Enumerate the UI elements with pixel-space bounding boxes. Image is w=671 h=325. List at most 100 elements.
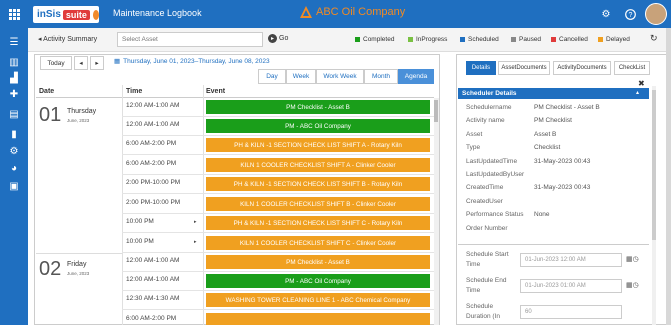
agenda-time: 10:00 PM — [126, 218, 154, 225]
expand-arrow-icon[interactable]: ▸ — [194, 219, 197, 225]
details-scroll-thumb[interactable] — [652, 90, 656, 240]
next-button[interactable]: ▸ — [90, 56, 104, 70]
agenda-time: 12:00 AM-1:00 AM — [126, 276, 180, 283]
go-arrow-icon: ▸ — [268, 34, 277, 43]
field-value: None — [534, 211, 550, 219]
view-agenda[interactable]: Agenda — [398, 69, 434, 84]
tab-details[interactable]: Details — [466, 61, 496, 75]
field-value: PM Checklist - Asset B — [534, 104, 600, 111]
col-header-event: Event — [206, 88, 226, 95]
select-asset-input[interactable] — [117, 32, 263, 47]
plus-icon[interactable]: ✚ — [0, 84, 28, 104]
section-divider — [458, 244, 649, 245]
date-range[interactable]: ▦ Thursday, June 01, 2023–Thursday, June… — [114, 57, 270, 66]
day-number: 01 — [39, 104, 62, 126]
agenda-time: 2:00 PM-10:00 PM — [126, 199, 181, 206]
datetime-picker-icon[interactable]: ▦◷ — [626, 281, 639, 289]
field-label: Asset — [466, 130, 483, 138]
activity-summary-label: Activity Summary — [43, 36, 98, 43]
day-number: 02 — [39, 258, 62, 280]
scheduler-details-header[interactable]: Scheduler Details — [458, 88, 649, 99]
menu-icon[interactable]: ☰ — [0, 32, 28, 52]
today-button[interactable]: Today — [40, 56, 72, 70]
col-header-date: Date — [39, 88, 55, 95]
datetime-picker-icon[interactable]: ▦◷ — [626, 255, 639, 263]
input-label: Schedule — [466, 303, 494, 310]
prev-button[interactable]: ◂ — [74, 56, 88, 70]
company-name: ABC Oil Company — [300, 6, 405, 18]
agenda-event[interactable]: WASHING TOWER CLEANING LINE 1 - ABC Chem… — [206, 293, 430, 307]
agenda-time: 12:30 AM-1:30 AM — [126, 295, 180, 302]
agenda-time: 6:00 AM-2:00 PM — [126, 160, 177, 167]
legend-delayed: Delayed — [598, 36, 630, 43]
agenda-time: 12:00 AM-1:00 AM — [126, 102, 180, 109]
user-avatar[interactable] — [645, 3, 667, 25]
company-label: ABC Oil Company — [316, 6, 406, 18]
tab-checklist[interactable]: CheckList — [614, 61, 650, 75]
row-divider — [122, 213, 434, 214]
agenda-event[interactable]: KILN 1 COOLER CHECKLIST SHIFT C - Clinke… — [206, 236, 430, 250]
view-week[interactable]: Week — [286, 69, 316, 84]
agenda-event[interactable]: PM Checklist - Asset B — [206, 255, 430, 269]
col-divider — [122, 85, 123, 325]
calendar-scroll-thumb[interactable] — [434, 100, 438, 122]
schedule-input[interactable]: 01-Jun-2023 01:00 AM — [520, 279, 622, 293]
view-month[interactable]: Month — [364, 69, 398, 84]
field-label: CreatedTime — [466, 184, 504, 192]
activity-summary-link[interactable]: ◂ Activity Summary — [38, 35, 97, 43]
insis-logo[interactable]: inSis suite — [33, 6, 99, 23]
agenda-time: 12:00 AM-1:00 AM — [126, 257, 180, 264]
collapse-icon[interactable]: ▴ — [636, 88, 639, 99]
agenda-event[interactable]: PH & KILN -1 SECTION CHECK LIST SHIFT C … — [206, 216, 430, 230]
field-label: LastUpdatedTime — [466, 157, 518, 165]
row-divider — [122, 252, 434, 253]
globe-icon[interactable]: ◕ — [0, 158, 28, 178]
close-icon[interactable]: ✖ — [638, 79, 645, 88]
agenda-event[interactable]: PH & KILN -1 SECTION CHECK LIST SHIFT B … — [206, 177, 430, 191]
help-icon[interactable]: ? — [620, 5, 640, 23]
agenda-event[interactable]: PM - ABC Oil Company — [206, 274, 430, 288]
input-label: Schedule End — [466, 277, 507, 284]
agenda-event[interactable] — [206, 313, 430, 325]
calendar-scrollbar[interactable] — [434, 98, 439, 325]
agenda-event[interactable]: PH & KILN -1 SECTION CHECK LIST SHIFT A … — [206, 138, 430, 152]
row-divider — [122, 290, 434, 291]
agenda-event[interactable]: KILN 1 COOLER CHECKLIST SHIFT B - Clinke… — [206, 197, 430, 211]
row-divider — [122, 271, 434, 272]
tab-activity-documents[interactable]: ActivityDocuments — [553, 61, 611, 75]
app-grid-icon[interactable] — [0, 0, 28, 28]
company-logo-icon — [300, 6, 312, 18]
table-icon[interactable]: ▤ — [0, 104, 28, 124]
schedule-input[interactable]: 01-Jun-2023 12:00 AM — [520, 253, 622, 267]
row-divider — [122, 232, 434, 233]
input-label: Time — [466, 261, 481, 268]
row-divider — [122, 116, 434, 117]
agenda-event[interactable]: PM Checklist - Asset B — [206, 100, 430, 114]
col-header-time: Time — [126, 88, 143, 95]
day-name: Friday — [67, 261, 87, 268]
agenda-event[interactable]: KILN 1 COOLER CHECKLIST SHIFT A - Clinke… — [206, 158, 430, 172]
day-month: June, 2023 — [67, 271, 90, 276]
refresh-icon[interactable]: ↻ — [650, 33, 658, 44]
row-divider — [122, 193, 434, 194]
window-edge — [666, 28, 671, 325]
schedule-input[interactable]: 60 — [520, 305, 622, 319]
legend-cancelled: Cancelled — [551, 36, 588, 43]
view-work-week[interactable]: Work Week — [316, 69, 364, 84]
field-label: LastUpdatedByUser — [466, 171, 525, 178]
go-label: Go — [279, 35, 289, 42]
field-label: Type — [466, 144, 481, 152]
gear-icon[interactable]: ⚙ — [596, 5, 616, 23]
tab-asset-documents[interactable]: AssetDocuments — [498, 61, 550, 75]
field-value: Asset B — [534, 130, 557, 138]
legend-scheduled: Scheduled — [460, 36, 499, 43]
agenda-event[interactable]: PM - ABC Oil Company — [206, 119, 430, 133]
expand-arrow-icon[interactable]: ▸ — [194, 239, 197, 245]
file-icon[interactable]: ▣ — [0, 176, 28, 196]
view-day[interactable]: Day — [258, 69, 286, 84]
legend-completed: Completed — [355, 36, 394, 43]
go-button[interactable]: ▸ Go — [268, 34, 288, 43]
input-label: Schedule Start — [466, 251, 509, 258]
agenda-time: 10:00 PM — [126, 238, 154, 245]
calendar-icon: ▦ — [114, 58, 121, 65]
